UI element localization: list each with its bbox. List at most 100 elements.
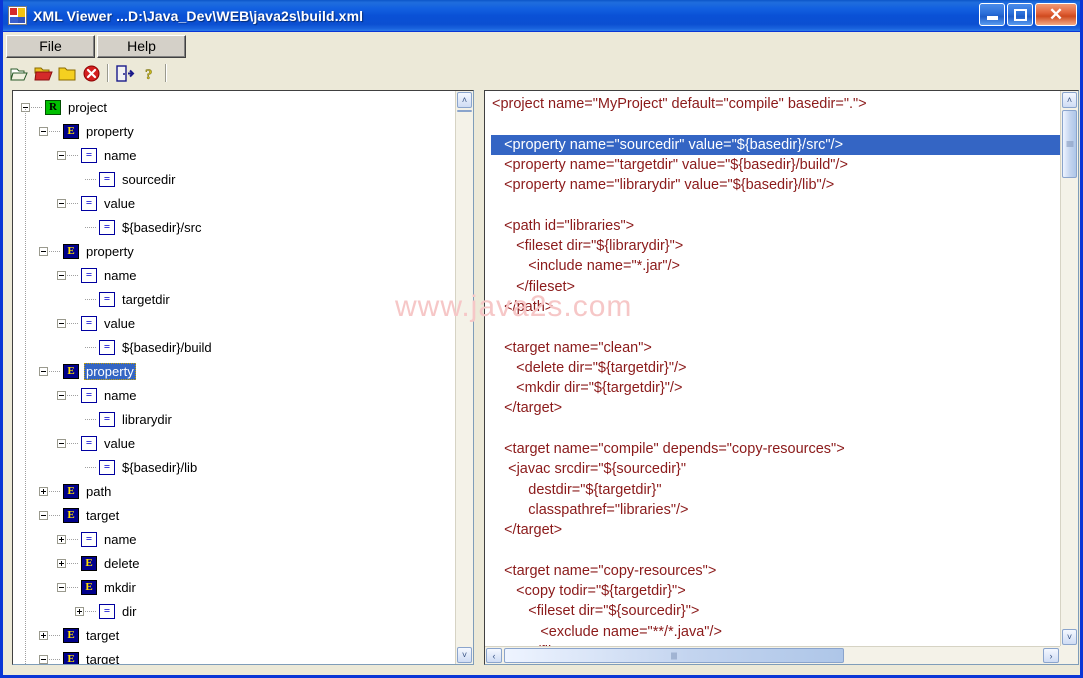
tree-node[interactable]: =value	[21, 191, 455, 215]
xml-line[interactable]: <property name="targetdir" value="${base…	[491, 155, 1060, 175]
xml-line[interactable]: <property name="librarydir" value="${bas…	[491, 175, 1060, 195]
tree-scroll-view: RprojectEproperty=name=sourcedir=value=$…	[13, 91, 455, 664]
menu-file[interactable]: File	[6, 35, 95, 58]
tree-node[interactable]: =name	[21, 143, 455, 167]
toolbar-open-folder-button[interactable]	[32, 62, 54, 84]
tree-node[interactable]: =value	[21, 431, 455, 455]
toolbar-open-file-button[interactable]	[8, 62, 30, 84]
collapse-icon[interactable]	[39, 655, 48, 664]
collapse-icon[interactable]	[39, 247, 48, 256]
collapse-icon[interactable]	[39, 127, 48, 136]
maximize-button[interactable]	[1007, 3, 1033, 26]
tree-scroll-thumb[interactable]	[457, 110, 472, 112]
help-question-icon: ?	[141, 65, 158, 82]
tree-node[interactable]: Etarget	[21, 623, 455, 647]
xml-source-text[interactable]: <project name="MyProject" default="compi…	[485, 91, 1060, 646]
xml-line[interactable]: <project name="MyProject" default="compi…	[491, 94, 1060, 114]
minimize-button[interactable]	[979, 3, 1005, 26]
close-button[interactable]: ✕	[1035, 3, 1077, 26]
toolbar-close-button[interactable]	[80, 62, 102, 84]
tree-node[interactable]: Eproperty	[21, 239, 455, 263]
attribute-node-icon: =	[99, 412, 115, 427]
xml-horizontal-scroll-thumb[interactable]	[504, 648, 844, 663]
xml-line[interactable]: </target>	[491, 520, 1060, 540]
xml-line[interactable]: </fileset>	[491, 277, 1060, 297]
xml-tree[interactable]: RprojectEproperty=name=sourcedir=value=$…	[13, 91, 455, 664]
collapse-icon[interactable]	[57, 439, 66, 448]
tree-node[interactable]: Edelete	[21, 551, 455, 575]
tree-node[interactable]: Rproject	[21, 95, 455, 119]
xml-line[interactable]	[491, 195, 1060, 215]
element-node-icon: E	[63, 508, 79, 523]
toolbar-help-button[interactable]: ?	[138, 62, 160, 84]
xml-line[interactable]: destdir="${targetdir}"	[491, 480, 1060, 500]
collapse-icon[interactable]	[57, 199, 66, 208]
tree-node[interactable]: =${basedir}/build	[21, 335, 455, 359]
xml-line[interactable]: <fileset dir="${sourcedir}">	[491, 601, 1060, 621]
xml-scroll-right-button[interactable]: ›	[1043, 648, 1059, 663]
xml-line[interactable]: <copy todir="${targetdir}">	[491, 581, 1060, 601]
xml-line[interactable]: <javac srcdir="${sourcedir}"	[491, 459, 1060, 479]
xml-line[interactable]	[491, 317, 1060, 337]
tree-node[interactable]: =${basedir}/src	[21, 215, 455, 239]
tree-node[interactable]: Etarget	[21, 647, 455, 664]
tree-node[interactable]: Eproperty	[21, 119, 455, 143]
xml-line[interactable]	[491, 419, 1060, 439]
collapse-icon[interactable]	[57, 583, 66, 592]
attribute-node-icon: =	[81, 268, 97, 283]
tree-node[interactable]: =targetdir	[21, 287, 455, 311]
xml-line[interactable]: <delete dir="${targetdir}"/>	[491, 358, 1060, 378]
tree-node[interactable]: =name	[21, 527, 455, 551]
xml-line[interactable]: <target name="compile" depends="copy-res…	[491, 439, 1060, 459]
xml-line[interactable]: <target name="copy-resources">	[491, 561, 1060, 581]
tree-node[interactable]: Etarget	[21, 503, 455, 527]
tree-node[interactable]: Emkdir	[21, 575, 455, 599]
xml-line-selected[interactable]: <property name="sourcedir" value="${base…	[491, 135, 1060, 155]
xml-line[interactable]: <exclude name="**/*.java"/>	[491, 622, 1060, 642]
tree-node[interactable]: =value	[21, 311, 455, 335]
tree-node[interactable]: =librarydir	[21, 407, 455, 431]
collapse-icon[interactable]	[39, 511, 48, 520]
xml-line[interactable]: <fileset dir="${librarydir}">	[491, 236, 1060, 256]
xml-line[interactable]: <mkdir dir="${targetdir}"/>	[491, 378, 1060, 398]
collapse-icon[interactable]	[57, 319, 66, 328]
menu-help[interactable]: Help	[97, 35, 186, 58]
expand-icon[interactable]	[57, 559, 66, 568]
tree-node[interactable]: =dir	[21, 599, 455, 623]
xml-line[interactable]: classpathref="libraries"/>	[491, 500, 1060, 520]
expand-icon[interactable]	[39, 631, 48, 640]
xml-vertical-scrollbar[interactable]: ˄ ˅	[1060, 91, 1078, 646]
expand-icon[interactable]	[39, 487, 48, 496]
tree-scroll-down-button[interactable]: ˅	[457, 647, 472, 663]
xml-scroll-left-button[interactable]: ‹	[486, 648, 502, 663]
collapse-icon[interactable]	[57, 271, 66, 280]
toolbar-folder-button[interactable]	[56, 62, 78, 84]
xml-line[interactable]: <path id="libraries">	[491, 216, 1060, 236]
tree-connector	[49, 131, 61, 132]
collapse-icon[interactable]	[57, 391, 66, 400]
tree-node[interactable]: =${basedir}/lib	[21, 455, 455, 479]
tree-node[interactable]: Eproperty	[21, 359, 455, 383]
tree-node[interactable]: =name	[21, 263, 455, 287]
xml-line[interactable]: </target>	[491, 398, 1060, 418]
collapse-icon[interactable]	[39, 367, 48, 376]
xml-line[interactable]: </path>	[491, 297, 1060, 317]
tree-vertical-scrollbar[interactable]: ˄ ˅	[455, 91, 473, 664]
xml-scroll-down-button[interactable]: ˅	[1062, 629, 1077, 645]
xml-line[interactable]	[491, 114, 1060, 134]
tree-scroll-up-button[interactable]: ˄	[457, 92, 472, 108]
tree-node[interactable]: =name	[21, 383, 455, 407]
xml-scroll-up-button[interactable]: ˄	[1062, 92, 1077, 108]
expand-icon[interactable]	[57, 535, 66, 544]
xml-line[interactable]: <target name="clean">	[491, 338, 1060, 358]
collapse-icon[interactable]	[57, 151, 66, 160]
expand-icon[interactable]	[75, 607, 84, 616]
tree-node[interactable]: =sourcedir	[21, 167, 455, 191]
tree-node-label: ${basedir}/lib	[120, 459, 199, 476]
xml-horizontal-scrollbar[interactable]: ‹ ›	[485, 646, 1060, 664]
toolbar-exit-button[interactable]	[114, 62, 136, 84]
xml-line[interactable]: <include name="*.jar"/>	[491, 256, 1060, 276]
xml-line[interactable]	[491, 541, 1060, 561]
tree-node[interactable]: Epath	[21, 479, 455, 503]
xml-vertical-scroll-thumb[interactable]	[1062, 110, 1077, 178]
